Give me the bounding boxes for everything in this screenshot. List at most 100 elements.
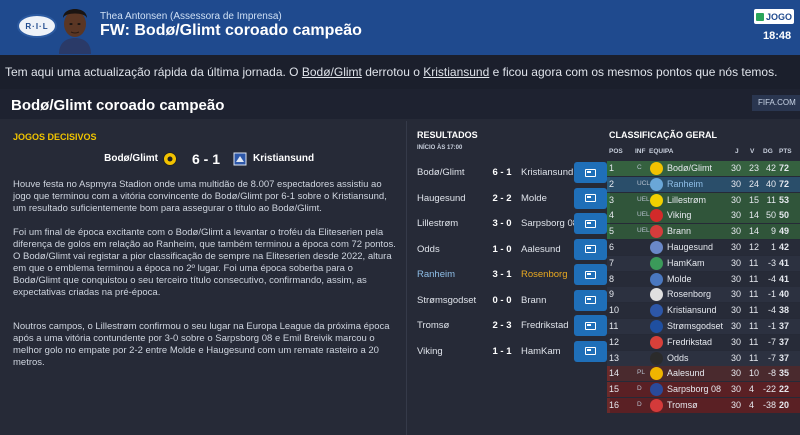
team-name[interactable]: Rosenborg: [667, 289, 711, 299]
col-dg[interactable]: DG: [763, 148, 773, 155]
result-row: Lillestrøm 3 - 0 Sarpsborg 08: [416, 213, 608, 236]
result-away[interactable]: Molde: [521, 193, 574, 204]
result-away[interactable]: Fredrikstad: [521, 320, 574, 331]
key-match: Bodø/Glimt 6 - 1 Kristiansund: [0, 151, 406, 169]
match-report-button[interactable]: [574, 315, 607, 336]
team-name[interactable]: Brann: [667, 226, 691, 236]
col-inf[interactable]: INF: [635, 148, 645, 155]
col-pts[interactable]: PTS: [779, 148, 792, 155]
table-row[interactable]: 14 PL Aalesund 30 10 -8 35: [607, 366, 800, 382]
table-goal-diff: -1: [767, 321, 776, 331]
team-name[interactable]: Odds: [667, 353, 689, 363]
result-home[interactable]: Strømsgodset: [417, 295, 479, 306]
key-match-home[interactable]: Bodø/Glimt: [104, 153, 158, 164]
team-name[interactable]: Strømsgodset: [667, 321, 723, 331]
table-pos: 14: [609, 368, 620, 379]
table-row[interactable]: 11 Strømsgodset 30 11 -1 37: [607, 319, 800, 334]
intro-part: derrotou o: [361, 65, 424, 79]
table-points: 41: [779, 257, 790, 268]
result-home[interactable]: Tromsø: [417, 320, 479, 331]
table-row[interactable]: 15 D Sarpsborg 08 30 4 -22 22: [607, 382, 800, 398]
col-v[interactable]: V: [750, 148, 754, 155]
table-row[interactable]: 6 Haugesund 30 12 1 42: [607, 240, 800, 255]
match-report-button[interactable]: [574, 213, 607, 234]
team-name[interactable]: Haugesund: [667, 242, 713, 252]
table-row[interactable]: 13 Odds 30 11 -7 37: [607, 350, 800, 366]
team-name[interactable]: Fredrikstad: [667, 337, 712, 347]
table-row[interactable]: 9 Rosenborg 30 11 -1 40: [607, 287, 800, 303]
team-name[interactable]: Tromsø: [667, 400, 698, 410]
kristiansund-crest-icon: [233, 152, 247, 166]
table-played: 30: [731, 321, 742, 331]
result-away[interactable]: Kristiansund: [521, 167, 574, 178]
team-name[interactable]: Bodø/Glimt: [667, 163, 712, 173]
table-points: 37: [779, 321, 790, 331]
table-row[interactable]: 5 UEL Brann 30 14 9 49: [607, 224, 800, 240]
team-name[interactable]: Viking: [667, 210, 691, 220]
table-row[interactable]: 4 UEL Viking 30 14 50 50: [607, 208, 800, 224]
table-row[interactable]: 2 UCL Ranheim 30 24 40 72: [607, 176, 800, 192]
result-row: Tromsø 2 - 3 Fredrikstad: [416, 315, 608, 338]
table-row[interactable]: 12 Fredrikstad 30 11 -7 37: [607, 334, 800, 350]
match-report-button[interactable]: [574, 340, 607, 362]
table-wins: 24: [749, 178, 760, 189]
match-report-button[interactable]: [574, 238, 607, 260]
table-row[interactable]: 1 C Bodø/Glimt 30 23 42 72: [607, 161, 800, 176]
table-row[interactable]: 8 Molde 30 11 -4 41: [607, 271, 800, 287]
fifa-link[interactable]: FIFA.COM: [752, 95, 800, 111]
table-row[interactable]: 16 D Tromsø 30 4 -38 20: [607, 398, 800, 413]
match-report-button[interactable]: [574, 187, 607, 209]
match-report-button[interactable]: [574, 264, 607, 285]
match-report-button[interactable]: [574, 289, 607, 311]
team-name[interactable]: Kristiansund: [667, 305, 717, 315]
result-home[interactable]: Bodø/Glimt: [417, 167, 479, 178]
result-home[interactable]: Viking: [417, 346, 479, 357]
table-goal-diff: 1: [770, 242, 776, 252]
jogo-button[interactable]: JOGO: [754, 9, 794, 24]
col-pos[interactable]: POS: [609, 148, 623, 155]
team-name[interactable]: Aalesund: [667, 368, 705, 378]
col-j[interactable]: J: [735, 148, 739, 155]
game-time: 18:48: [763, 30, 792, 42]
table-wins: 11: [749, 289, 759, 300]
team-link-bodo[interactable]: Bodø/Glimt: [302, 65, 362, 79]
result-home[interactable]: Lillestrøm: [417, 218, 479, 229]
result-row: Viking 1 - 1 HamKam: [416, 340, 608, 364]
result-away[interactable]: Sarpsborg 08: [521, 218, 574, 229]
result-row: Bodø/Glimt 6 - 1 Kristiansund: [416, 162, 608, 185]
table-points: 22: [779, 384, 790, 395]
intro-part: e ficou agora com os mesmos pontos que n…: [489, 65, 778, 79]
table-goal-diff: -22: [762, 384, 776, 395]
team-crest-icon: [650, 193, 663, 207]
key-match-away[interactable]: Kristiansund: [253, 153, 314, 164]
team-name[interactable]: Sarpsborg 08: [667, 384, 721, 394]
table-heading: CLASSIFICAÇÃO GERAL: [609, 130, 717, 140]
section-label: JOGOS DECISIVOS: [13, 132, 97, 142]
sender-name: Thea Antonsen (Assessora de Imprensa): [100, 11, 282, 22]
result-home[interactable]: Odds: [417, 244, 479, 255]
table-wins: 12: [749, 242, 760, 252]
result-away[interactable]: HamKam: [521, 346, 574, 357]
table-header: POS INF EQUIPA J V DG PTS: [607, 147, 800, 157]
col-team[interactable]: EQUIPA: [649, 148, 673, 155]
result-away[interactable]: Rosenborg: [521, 269, 574, 280]
table-points: 35: [779, 368, 790, 379]
table-row[interactable]: 3 UEL Lillestrøm 30 15 11 53: [607, 192, 800, 208]
result-away[interactable]: Brann: [521, 295, 574, 306]
team-name[interactable]: HamKam: [667, 258, 705, 268]
result-home[interactable]: Haugesund: [417, 193, 479, 204]
table-pos: 9: [609, 289, 615, 300]
result-score: 2 - 3: [492, 320, 512, 331]
table-inf: D: [637, 385, 642, 393]
team-name[interactable]: Molde: [667, 274, 692, 284]
result-away[interactable]: Aalesund: [521, 244, 574, 255]
team-name[interactable]: Ranheim: [667, 179, 703, 189]
team-crest-icon: [650, 383, 663, 397]
table-pos: 12: [609, 336, 620, 347]
result-home[interactable]: Ranheim: [417, 269, 479, 280]
team-name[interactable]: Lillestrøm: [667, 195, 706, 205]
table-row[interactable]: 10 Kristiansund 30 11 -4 38: [607, 303, 800, 319]
team-link-kristiansund[interactable]: Kristiansund: [423, 65, 489, 79]
table-row[interactable]: 7 HamKam 30 11 -3 41: [607, 255, 800, 271]
match-report-button[interactable]: [574, 162, 607, 183]
